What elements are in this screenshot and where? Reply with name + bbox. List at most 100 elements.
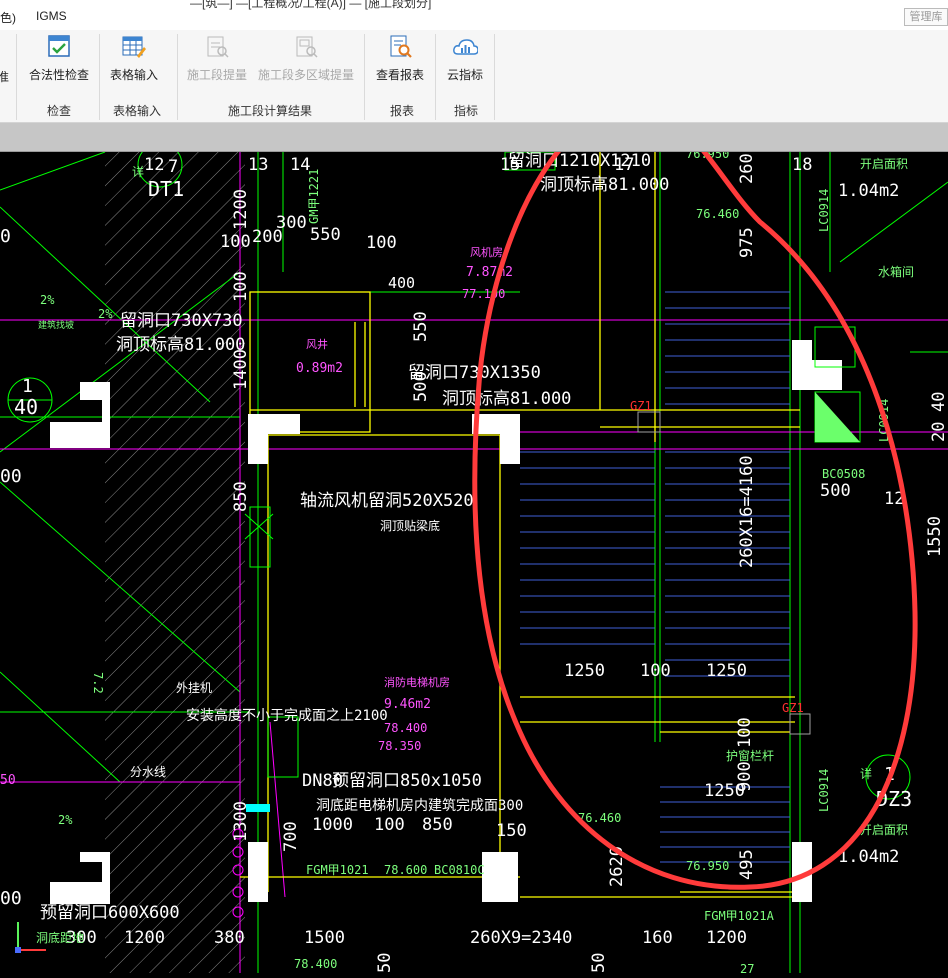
- checklist-icon: [46, 34, 72, 60]
- separator: [16, 34, 17, 120]
- table-edit-icon: [121, 34, 147, 60]
- view-report-button[interactable]: 查看报表: [370, 34, 430, 96]
- dim-1000: 1000: [312, 815, 353, 835]
- cloud-chart-icon: [452, 34, 479, 60]
- label-n00: 00: [0, 466, 22, 487]
- open-area2: 开启面积: [860, 823, 908, 837]
- split-line: 分水线: [130, 765, 166, 779]
- group-label-check: 检查: [46, 104, 71, 118]
- legal-check-label: 合法性检查: [28, 68, 89, 82]
- table-input-button[interactable]: 表格输入: [104, 34, 164, 96]
- dim-1500: 1500: [304, 928, 345, 948]
- fan-hole: 轴流风机留洞520X520: [300, 491, 474, 511]
- label-dt1: DT1: [148, 177, 184, 201]
- wind-elev: 77.100: [462, 287, 505, 301]
- dim-700: 700: [281, 821, 301, 852]
- fire-elev2: 78.350: [378, 739, 421, 753]
- dim-40: 40: [929, 392, 948, 412]
- legal-check-button[interactable]: 合法性检查: [24, 34, 94, 96]
- label-n1-40: 1: [22, 376, 33, 397]
- guard-rail: 护窗栏杆: [726, 748, 774, 763]
- pct-2a: 2%: [98, 307, 113, 321]
- dim-20: 20: [929, 422, 948, 442]
- hatched-wall: [105, 152, 245, 973]
- fire-area: 9.46m2: [384, 697, 431, 712]
- view-report-label: 查看报表: [375, 68, 424, 82]
- dim-160: 160: [642, 928, 673, 948]
- menu-item-partial[interactable]: 色): [0, 9, 16, 26]
- wind-room: 风机房: [470, 245, 503, 259]
- gz1-b: GZ1: [782, 701, 804, 715]
- axis-13: 13: [248, 155, 268, 175]
- dim-495: 495: [737, 849, 757, 880]
- detail-1: 详: [132, 164, 144, 179]
- shaft-area: 0.89m2: [296, 361, 343, 376]
- axis-18: 18: [792, 155, 812, 175]
- axis-7: 7: [168, 157, 178, 177]
- dim-1400: 1400: [231, 349, 251, 390]
- dim-150: 150: [496, 821, 527, 841]
- cloud-index-label: 云指标: [446, 68, 483, 82]
- dim-100e: 100: [735, 717, 755, 748]
- dim-850b: 850: [422, 815, 453, 835]
- top-elev: 洞顶标高81.000: [540, 175, 669, 195]
- elev-78600: 78.600: [384, 863, 427, 877]
- group-label-report: 报表: [389, 104, 414, 118]
- dim-500: 500: [411, 371, 431, 402]
- cad-drawing-canvas[interactable]: 12 7 13 14 15 17 18 DT1 DZ3 1 1 40 00 0 …: [0, 103, 948, 978]
- menu-item-igms[interactable]: IGMS: [36, 9, 67, 23]
- dim-1200c: 1200: [706, 928, 747, 948]
- dim-400: 400: [388, 274, 415, 292]
- dim-550: 550: [310, 225, 341, 245]
- dim-100d: 100: [640, 661, 671, 681]
- gm1221: GM甲1221: [307, 169, 321, 224]
- dim-200v: 100: [231, 271, 251, 302]
- floating-manage-button[interactable]: 管理库: [904, 8, 948, 26]
- ext-note: 安装高度不小于完成面之上2100: [186, 707, 388, 724]
- separator: [435, 34, 436, 120]
- view-tab-strip: [0, 123, 948, 152]
- gz1-a: GZ1: [630, 399, 652, 413]
- dim-100f: 100: [374, 815, 405, 835]
- dim-1300: 1300: [231, 801, 251, 842]
- hole730a: 留洞口730X730: [120, 311, 243, 331]
- dim-1250b: 1250: [706, 661, 747, 681]
- elev-76950b: 76.950: [686, 859, 729, 873]
- lc0914a: LC0914: [817, 189, 831, 232]
- section-qty-label: 施工段提量: [186, 68, 247, 82]
- dim-380: 380: [214, 928, 245, 948]
- dim-50-bottom: 50: [375, 953, 395, 973]
- dim-1550: 1550: [925, 516, 945, 557]
- dim-850: 850: [231, 481, 251, 512]
- lc0914b: LC0914: [817, 769, 831, 812]
- label-n00-bottom: 00: [0, 888, 22, 909]
- report-search-icon: [387, 34, 413, 60]
- fire-elev1: 78.400: [384, 721, 427, 735]
- title-bar: 色) IGMS —[筑—] —[工程概况/工程(A)] — [施工段划分] 管理…: [0, 0, 948, 30]
- dim-300: 300: [276, 213, 307, 233]
- separator: [177, 34, 178, 120]
- fgm1021: FGM甲1021: [306, 863, 369, 877]
- window-title: —[筑—] —[工程概况/工程(A)] — [施工段划分]: [190, 0, 432, 10]
- section-multi-qty-button[interactable]: 施工段多区域提量: [254, 34, 358, 96]
- cloud-index-button[interactable]: 云指标: [440, 34, 490, 96]
- gz1-box-a: [637, 411, 661, 433]
- partial-button[interactable]: 准: [0, 68, 10, 130]
- red-markup-circle: [472, 103, 918, 890]
- pct-2c: 2%: [58, 813, 73, 827]
- bc0810: BC0810C: [434, 863, 485, 877]
- open-area1: 开启面积: [860, 157, 908, 171]
- group-label-table-input: 表格输入: [112, 104, 161, 118]
- dim-2340: 260X9=2340: [470, 928, 572, 948]
- axis-12: 12: [144, 155, 164, 175]
- fan-hole-note: 洞顶贴梁底: [380, 518, 440, 533]
- separator: [99, 34, 100, 120]
- dim-4160: 260X16=4160: [737, 455, 757, 568]
- group-label-section-results: 施工段计算结果: [227, 104, 312, 118]
- hole600: 预留洞口600X600: [40, 903, 180, 923]
- section-qty-button[interactable]: 施工段提量: [183, 34, 251, 96]
- pct-2b-note: 建筑找坡: [38, 319, 74, 331]
- separator: [494, 34, 495, 120]
- dim-500b: 500: [820, 481, 851, 501]
- dim-1250a: 1250: [564, 661, 605, 681]
